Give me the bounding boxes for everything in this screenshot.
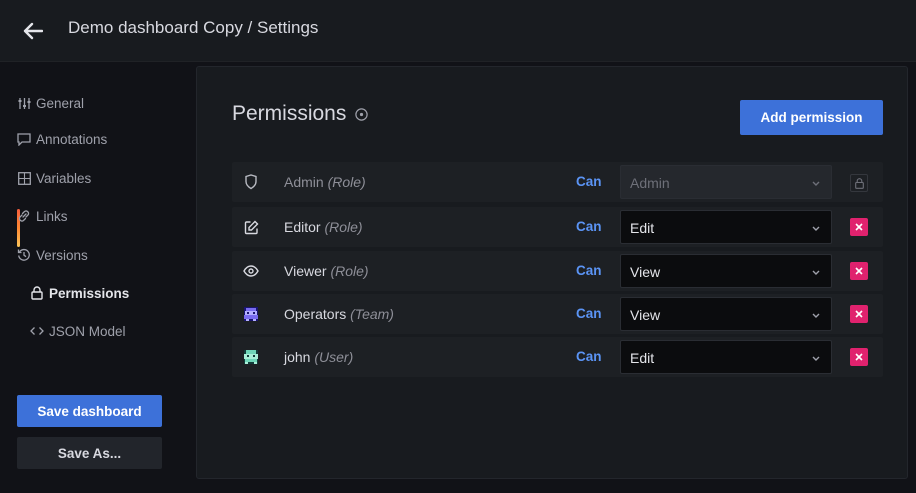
permission-row-operators: Operators (Team) Can View [232,294,883,334]
permission-row-editor: Editor (Role) Can Edit [232,207,883,247]
edit-icon [242,218,260,236]
can-label: Can [576,174,602,189]
permission-principal: Viewer (Role) [284,263,369,279]
permission-principal: john (User) [284,349,354,365]
link-icon [17,209,31,223]
permission-select-value: Admin [630,175,670,191]
can-label: Can [576,219,602,234]
chevron-down-icon [812,313,820,318]
save-as-button[interactable]: Save As... [17,437,162,469]
permission-principal: Operators (Team) [284,306,394,322]
chevron-down-icon [812,181,820,186]
close-icon [855,267,863,275]
add-permission-button[interactable]: Add permission [740,100,883,135]
sidebar-item-label: JSON Model [49,323,126,339]
permission-row-viewer: Viewer (Role) Can View [232,251,883,291]
arrow-left-icon [23,22,43,40]
permission-select-value: Edit [630,220,655,236]
question-circle-icon[interactable] [355,107,369,121]
page-title: Demo dashboard Copy / Settings [68,18,319,37]
permission-select[interactable]: View [620,254,832,288]
close-icon [855,353,863,361]
permission-select[interactable]: View [620,297,832,331]
sidebar-item-label: Permissions [49,285,130,301]
permission-select-value: View [630,264,661,280]
eye-icon [242,262,260,280]
permission-row-john: john (User) Can Edit [232,337,883,377]
can-label: Can [576,263,602,278]
sidebar-item-permissions[interactable]: Permissions [30,280,129,306]
close-icon [855,223,863,231]
chevron-down-icon [812,356,820,361]
remove-permission-button[interactable] [850,348,868,366]
history-icon [17,248,31,262]
permission-row-admin: Admin (Role) Can Admin [232,162,883,202]
chevron-down-icon [812,270,820,275]
sidebar-item-links[interactable]: Links [17,203,68,229]
permission-principal: Admin (Role) [284,174,366,190]
top-bar: Demo dashboard Copy / Settings [0,0,916,62]
shield-icon [242,173,260,191]
sidebar-item-json-model[interactable]: JSON Model [30,318,126,344]
sidebar-item-label: Links [36,208,68,224]
user-avatar-icon [242,348,260,366]
permissions-title: Permissions [232,102,347,125]
sliders-icon [17,96,31,110]
permission-select: Admin [620,165,832,199]
code-icon [30,324,44,338]
sidebar-item-label: Annotations [36,131,108,147]
remove-permission-button[interactable] [850,262,868,280]
permission-select[interactable]: Edit [620,340,832,374]
calculator-icon [17,171,31,185]
sidebar-item-annotations[interactable]: Annotations [17,126,107,152]
close-icon [855,310,863,318]
team-avatar-icon [242,305,260,323]
remove-permission-button[interactable] [850,218,868,236]
comment-icon [17,132,31,146]
chevron-down-icon [812,226,820,231]
remove-permission-button[interactable] [850,305,868,323]
section-heading: Permissions [232,102,369,126]
lock-icon [30,286,44,300]
back-button[interactable] [18,16,48,46]
permission-select[interactable]: Edit [620,210,832,244]
permission-select-value: View [630,307,661,323]
permission-principal: Editor (Role) [284,219,363,235]
save-dashboard-button[interactable]: Save dashboard [17,395,162,427]
sidebar-item-variables[interactable]: Variables [17,165,91,191]
permission-select-value: Edit [630,350,655,366]
lock-icon [850,174,868,192]
sidebar-item-label: General [36,95,85,111]
can-label: Can [576,349,602,364]
sidebar-item-label: Variables [36,170,92,186]
sidebar-item-label: Versions [36,247,88,263]
sidebar-item-general[interactable]: General [17,90,84,116]
can-label: Can [576,306,602,321]
sidebar-item-versions[interactable]: Versions [17,242,88,268]
